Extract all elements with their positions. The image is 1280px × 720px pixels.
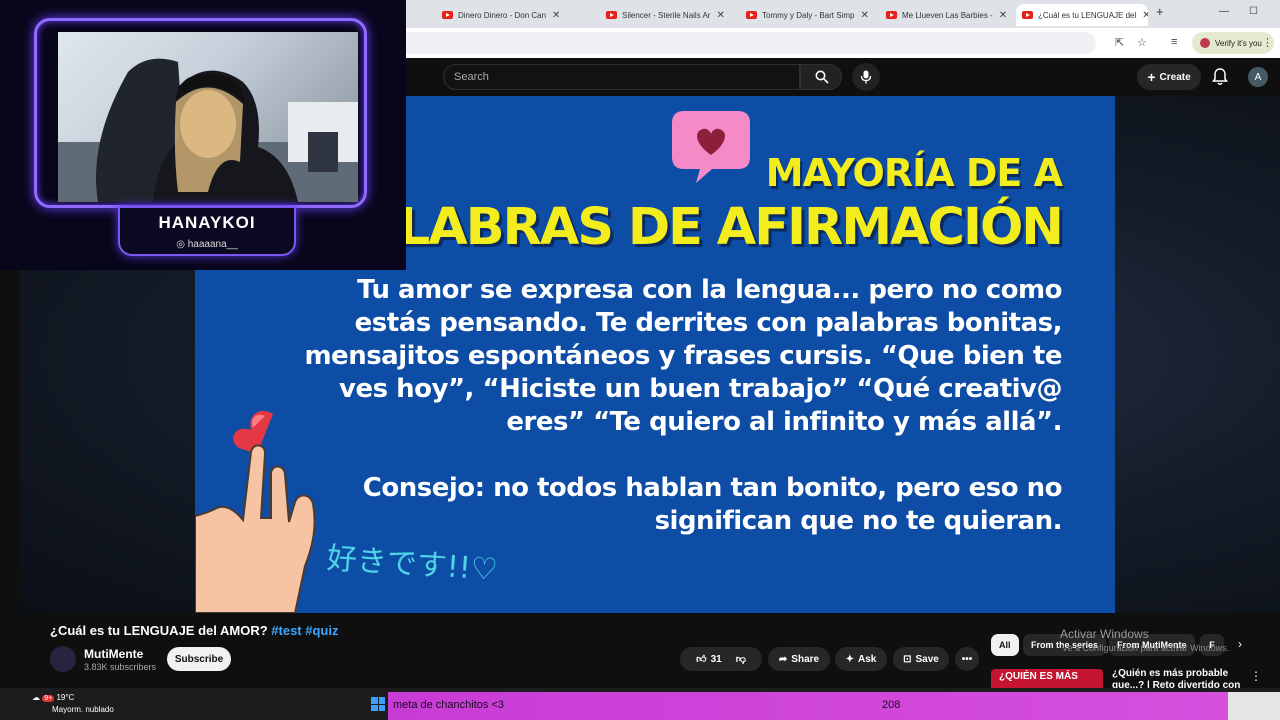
subscriber-count: 3.83K subscribers xyxy=(84,662,157,672)
search-input[interactable]: Search xyxy=(443,64,800,90)
webcam-feed xyxy=(58,32,358,202)
japanese-text: 好きです!!♡ xyxy=(325,541,499,588)
maximize-icon[interactable]: ☐ xyxy=(1249,6,1258,17)
love-hand-icon xyxy=(195,410,316,613)
browser-tab-3[interactable]: Tommy y Daly - Bart Simp ✕ xyxy=(740,4,876,26)
channel-avatar[interactable] xyxy=(50,646,76,672)
ask-label: Ask xyxy=(858,653,877,665)
browser-tab-bar: Dinero Dinero - Don Can ✕ Silencer - Ste… xyxy=(406,0,1280,28)
weather-desc: Mayorm. nublado xyxy=(52,705,114,714)
plus-icon: + xyxy=(1147,69,1156,85)
tab-title: Dinero Dinero - Don Can xyxy=(458,10,547,20)
close-tab-icon[interactable]: ✕ xyxy=(1142,10,1148,21)
sparkle-icon: ✦ xyxy=(845,653,855,665)
webcam-overlay: HANAYKOI ◎ haaaana__ xyxy=(0,0,406,270)
streamer-handle: ◎ haaaana__ xyxy=(118,239,296,250)
instagram-icon: ◎ xyxy=(176,239,188,250)
screen: MAYORÍA DE A PALABRAS DE AFIRMACIÓN Tu a… xyxy=(0,0,1280,720)
chip-all[interactable]: All xyxy=(991,634,1019,656)
youtube-favicon-icon xyxy=(606,11,617,19)
tab-title: Tommy y Daly - Bart Simp xyxy=(762,10,855,20)
voice-search-button[interactable] xyxy=(852,63,880,91)
browser-address-bar: ⇱ ☆ ≡ Verify it's you ⋮ xyxy=(406,28,1280,58)
youtube-favicon-icon xyxy=(1022,11,1033,19)
browser-tab-2[interactable]: Silencer - Sterile Nails Ar ✕ xyxy=(600,4,736,26)
subscribe-button[interactable]: Subscribe xyxy=(167,647,231,671)
share-icon: ➦ xyxy=(778,653,788,665)
browser-tab-4[interactable]: Me Llueven Las Barbies - ✕ xyxy=(880,4,1016,26)
weather-badge: 9+ xyxy=(42,695,55,702)
bookmark-icon: ⊡ xyxy=(903,653,912,665)
weather-cloud-icon: ☁ xyxy=(32,693,40,702)
youtube-favicon-icon xyxy=(746,11,757,19)
save-label: Save xyxy=(915,653,939,665)
tab-title: ¿Cuál es tu LENGUAJE del xyxy=(1038,10,1137,20)
video-hashtags[interactable]: #test #quiz xyxy=(271,623,338,638)
cast-icon[interactable]: ⇱ xyxy=(1115,36,1124,49)
slide-tip: Consejo: no todos hablan tan bonito, per… xyxy=(362,473,1063,536)
microphone-icon xyxy=(860,70,872,84)
like-count: 31 xyxy=(710,653,722,665)
search-icon xyxy=(815,70,829,84)
new-tab-button[interactable]: + xyxy=(1156,4,1164,19)
url-field[interactable] xyxy=(406,32,1096,54)
share-button[interactable]: ➦ Share xyxy=(768,647,830,671)
profile-avatar-icon xyxy=(1200,38,1210,48)
more-actions-button[interactable]: ••• xyxy=(955,647,979,671)
like-dislike-button[interactable]: 👍︎ 31 👎︎ xyxy=(680,647,762,671)
streamer-name: HANAYKOI xyxy=(158,213,256,232)
video-title-text: ¿Cuál es tu LENGUAJE del AMOR? xyxy=(50,623,268,638)
weather-widget[interactable]: ☁ 9+ 19°C Mayorm. nublado xyxy=(32,692,114,715)
temperature: 19°C xyxy=(56,693,75,702)
speech-bubble-heart-icon xyxy=(672,111,750,183)
activate-windows-watermark: Activar Windows xyxy=(1060,627,1149,641)
recommended-menu-icon[interactable]: ⋮ xyxy=(1250,669,1262,683)
share-label: Share xyxy=(791,653,820,665)
stream-goal-label: meta de chanchitos <3 xyxy=(393,699,504,711)
ask-button[interactable]: ✦ Ask xyxy=(835,647,887,671)
stream-goal-count: 208 xyxy=(882,699,901,711)
verify-label: Verify it's you xyxy=(1215,38,1262,48)
search-button[interactable] xyxy=(800,64,842,90)
media-controls-icon[interactable]: ≡ xyxy=(1171,36,1177,48)
dislike-icon[interactable]: 👎︎ xyxy=(736,653,746,665)
create-button[interactable]: + Create xyxy=(1137,64,1201,90)
slide-header: MAYORÍA DE A xyxy=(765,151,1063,195)
bookmark-star-icon[interactable]: ☆ xyxy=(1137,36,1147,49)
slide-body: Tu amor se expresa con la lengua... pero… xyxy=(304,275,1062,437)
activate-windows-hint: Ve a Configuración para activar Windows. xyxy=(1062,643,1230,653)
close-tab-icon[interactable]: ✕ xyxy=(716,10,724,21)
tab-title: Me Llueven Las Barbies - xyxy=(902,10,993,20)
save-button[interactable]: ⊡ Save xyxy=(893,647,949,671)
windows-start-icon[interactable] xyxy=(371,697,385,711)
stream-goal-bar xyxy=(388,692,1228,720)
youtube-favicon-icon xyxy=(886,11,897,19)
slide-title: PALABRAS DE AFIRMACIÓN xyxy=(329,198,1064,257)
handle-text: haaaana__ xyxy=(187,239,238,250)
youtube-header: Search + Create A xyxy=(406,58,1280,96)
more-icon: ••• xyxy=(961,653,973,665)
close-tab-icon[interactable]: ✕ xyxy=(860,10,868,21)
recommended-title[interactable]: ¿Quién es más probable que...? | Reto di… xyxy=(1112,668,1242,688)
tab-title: Silencer - Sterile Nails Ar xyxy=(622,10,711,20)
chevron-right-icon[interactable]: › xyxy=(1238,637,1242,651)
recommended-thumbnail[interactable]: ¿QUIÉN ES MÁS xyxy=(991,669,1103,689)
browser-tab-active[interactable]: ¿Cuál es tu LENGUAJE del ✕ xyxy=(1016,4,1148,26)
create-label: Create xyxy=(1159,71,1191,83)
account-avatar[interactable]: A xyxy=(1248,67,1268,87)
browser-tab-1[interactable]: Dinero Dinero - Don Can ✕ xyxy=(436,4,596,26)
notifications-bell-icon[interactable] xyxy=(1212,68,1228,86)
video-title: ¿Cuál es tu LENGUAJE del AMOR? #test #qu… xyxy=(50,623,338,638)
channel-name[interactable]: MutiMente xyxy=(84,647,143,661)
browser-menu-icon[interactable]: ⋮ xyxy=(1262,36,1273,49)
stream-goal-end xyxy=(1228,692,1280,720)
youtube-favicon-icon xyxy=(442,11,453,19)
close-tab-icon[interactable]: ✕ xyxy=(999,10,1007,21)
minimize-icon[interactable]: — xyxy=(1219,6,1229,17)
streamer-silhouette xyxy=(58,58,358,202)
like-icon[interactable]: 👍︎ xyxy=(696,653,706,665)
close-tab-icon[interactable]: ✕ xyxy=(552,10,560,21)
